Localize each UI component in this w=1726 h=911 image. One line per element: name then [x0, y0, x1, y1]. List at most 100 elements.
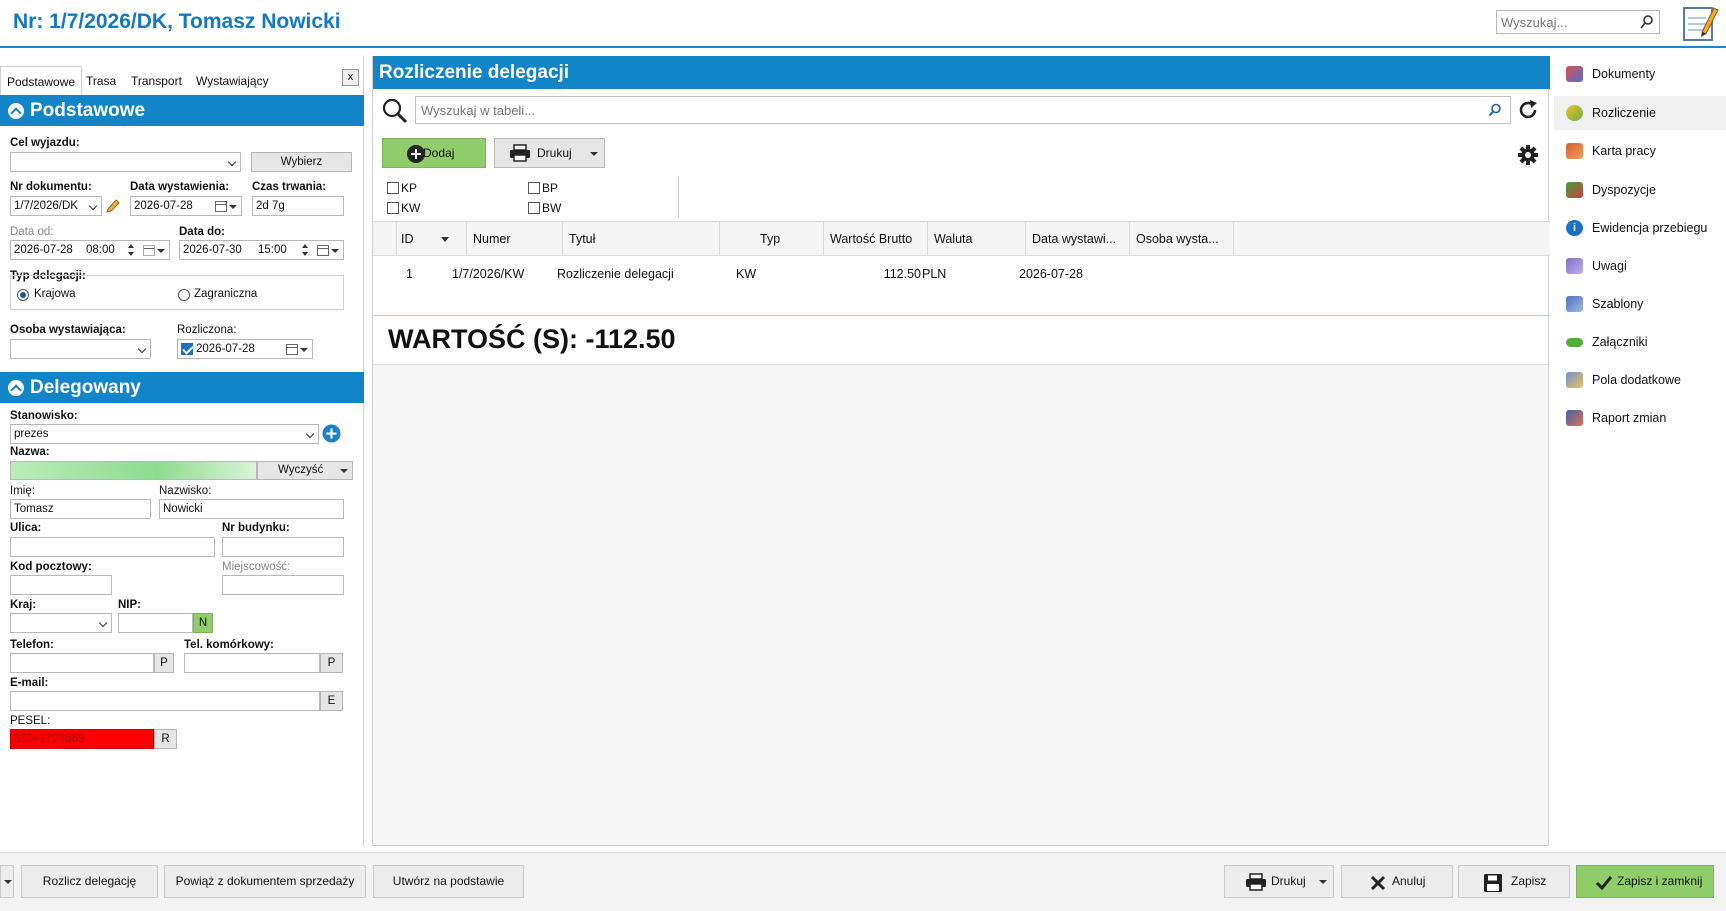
section-podstawowe-header[interactable]: Podstawowe	[0, 95, 364, 126]
cell-id[interactable]: 1	[406, 267, 413, 281]
cell-data[interactable]: 2026-07-28	[1019, 267, 1083, 281]
imie-field[interactable]: Tomasz	[10, 499, 151, 519]
kod-pocztowy-field[interactable]	[10, 575, 112, 595]
tab-wystawiajacy[interactable]: Wystawiający	[190, 66, 275, 96]
save-button[interactable]: Zapisz	[1458, 865, 1570, 898]
cancel-button[interactable]: Anuluj	[1341, 865, 1453, 898]
column-header-wartosc[interactable]: Wartość Brutto	[824, 222, 928, 256]
tel-komorkowy-button[interactable]: P	[320, 653, 343, 673]
email-button[interactable]: E	[320, 691, 343, 711]
calendar-icon[interactable]	[317, 245, 329, 256]
tel-komorkowy-field[interactable]	[184, 653, 320, 673]
cel-select[interactable]	[10, 152, 241, 172]
column-header-data[interactable]: Data wystawi...	[1026, 222, 1130, 256]
nazwa-field[interactable]	[10, 461, 257, 480]
wyczysc-button[interactable]: Wyczyść	[257, 461, 353, 480]
footer-print-button[interactable]: Drukuj	[1224, 865, 1334, 898]
nav-item-dyspozycje[interactable]: Dyspozycje	[1554, 173, 1726, 207]
nav-item-zalaczniki[interactable]: Załączniki	[1554, 325, 1726, 359]
table-search-input[interactable]	[416, 97, 1476, 123]
chevron-down-icon[interactable]	[331, 249, 339, 253]
column-header-tytul[interactable]: Tytuł	[563, 222, 720, 256]
rozliczona-checkbox[interactable]	[181, 343, 193, 355]
stanowisko-select[interactable]: prezes	[10, 424, 319, 444]
miejscowosc-field[interactable]	[222, 575, 344, 595]
kraj-select[interactable]	[10, 613, 112, 633]
chevron-up-icon[interactable]	[8, 103, 24, 119]
pesel-field[interactable]: 86041723569	[10, 729, 154, 749]
data-od-field[interactable]: 2026-07-28 08:00	[10, 240, 170, 260]
column-header-waluta[interactable]: Waluta	[928, 222, 1026, 256]
calendar-icon[interactable]	[286, 344, 298, 355]
column-header-typ[interactable]: Typ	[720, 222, 824, 256]
wybierz-button[interactable]: Wybierz	[251, 152, 352, 172]
column-header-id[interactable]: ID	[397, 222, 467, 256]
calendar-icon[interactable]	[215, 201, 227, 212]
chevron-down-icon[interactable]	[157, 249, 165, 253]
filter-bw[interactable]: BW	[528, 201, 561, 215]
cell-typ[interactable]: KW	[736, 267, 756, 281]
refresh-icon[interactable]	[1516, 98, 1540, 122]
print-button[interactable]: Drukuj	[494, 138, 605, 168]
nav-item-pola-dodatkowe[interactable]: Pola dodatkowe	[1554, 363, 1726, 397]
chevron-down-icon[interactable]	[1319, 880, 1327, 884]
cell-wartosc[interactable]: 112.50	[853, 267, 921, 281]
table-search-box[interactable]	[415, 96, 1511, 124]
save-and-close-button[interactable]: Zapisz i zamknij	[1576, 865, 1714, 898]
time-spinner-icon[interactable]	[301, 243, 308, 257]
search-icon[interactable]	[381, 97, 409, 125]
filter-kp-checkbox[interactable]	[387, 182, 399, 194]
radio-zagraniczna[interactable]	[178, 289, 190, 301]
add-button[interactable]: Dodaj	[382, 138, 486, 168]
email-field[interactable]	[10, 691, 320, 711]
add-stanowisko-icon[interactable]	[322, 424, 341, 443]
powiaz-button[interactable]: Powiąż z dokumentem sprzedaży	[164, 865, 366, 898]
sort-desc-icon[interactable]	[441, 237, 449, 242]
gear-icon[interactable]	[1517, 144, 1539, 166]
nazwisko-field[interactable]: Nowicki	[159, 499, 344, 519]
search-icon[interactable]	[1488, 103, 1502, 117]
filter-kp[interactable]: KP	[387, 181, 417, 195]
cell-numer[interactable]: 1/7/2026/KW	[452, 267, 524, 281]
tab-transport[interactable]: Transport	[125, 66, 188, 96]
time-spinner-icon[interactable]	[127, 243, 134, 257]
nav-item-dokumenty[interactable]: Dokumenty	[1554, 57, 1726, 91]
nip-check-button[interactable]: N	[193, 613, 213, 633]
column-header-numer[interactable]: Numer	[467, 222, 563, 256]
telefon-button[interactable]: P	[154, 653, 174, 673]
chevron-down-icon[interactable]	[300, 348, 308, 352]
data-wystawienia-field[interactable]: 2026-07-28	[130, 196, 242, 216]
chevron-down-icon[interactable]	[590, 152, 598, 156]
filter-bp-checkbox[interactable]	[528, 182, 540, 194]
chevron-down-icon[interactable]	[229, 205, 237, 209]
section-delegowany-header[interactable]: Delegowany	[0, 372, 364, 403]
osoba-wystawiajaca-select[interactable]	[10, 339, 151, 359]
nav-item-ewidencja-przebiegu[interactable]: i Ewidencja przebiegu	[1554, 211, 1726, 245]
chevron-up-icon[interactable]	[8, 380, 24, 396]
filter-bw-checkbox[interactable]	[528, 202, 540, 214]
cell-tytul[interactable]: Rozliczenie delegacji	[557, 267, 674, 281]
rozliczona-field[interactable]: 2026-07-28	[177, 339, 313, 359]
tab-podstawowe[interactable]: Podstawowe	[0, 66, 83, 96]
filter-kw-checkbox[interactable]	[387, 202, 399, 214]
radio-krajowa[interactable]	[17, 289, 29, 301]
nav-item-rozliczenie[interactable]: Rozliczenie	[1554, 96, 1726, 130]
telefon-field[interactable]	[10, 653, 154, 673]
tab-trasa[interactable]: Trasa	[80, 66, 122, 96]
nip-field[interactable]	[118, 613, 193, 633]
close-panel-button[interactable]: x	[342, 69, 359, 86]
nav-item-szablony[interactable]: Szablony	[1554, 287, 1726, 321]
calendar-icon[interactable]	[143, 245, 155, 256]
nav-item-karta-pracy[interactable]: Karta pracy	[1554, 134, 1726, 168]
ulica-field[interactable]	[10, 537, 215, 557]
nr-budynku-field[interactable]	[222, 537, 344, 557]
cell-waluta[interactable]: PLN	[922, 267, 946, 281]
pesel-button[interactable]: R	[154, 729, 177, 749]
utworz-na-podstawie-button[interactable]: Utwórz na podstawie	[373, 865, 524, 898]
rozlicz-delegacje-button[interactable]: Rozlicz delegację	[21, 865, 158, 898]
filter-bp[interactable]: BP	[528, 181, 558, 195]
filter-kw[interactable]: KW	[387, 201, 420, 215]
nav-item-uwagi[interactable]: Uwagi	[1554, 249, 1726, 283]
pencil-icon[interactable]	[105, 197, 121, 213]
notepad-icon[interactable]	[1680, 2, 1720, 44]
